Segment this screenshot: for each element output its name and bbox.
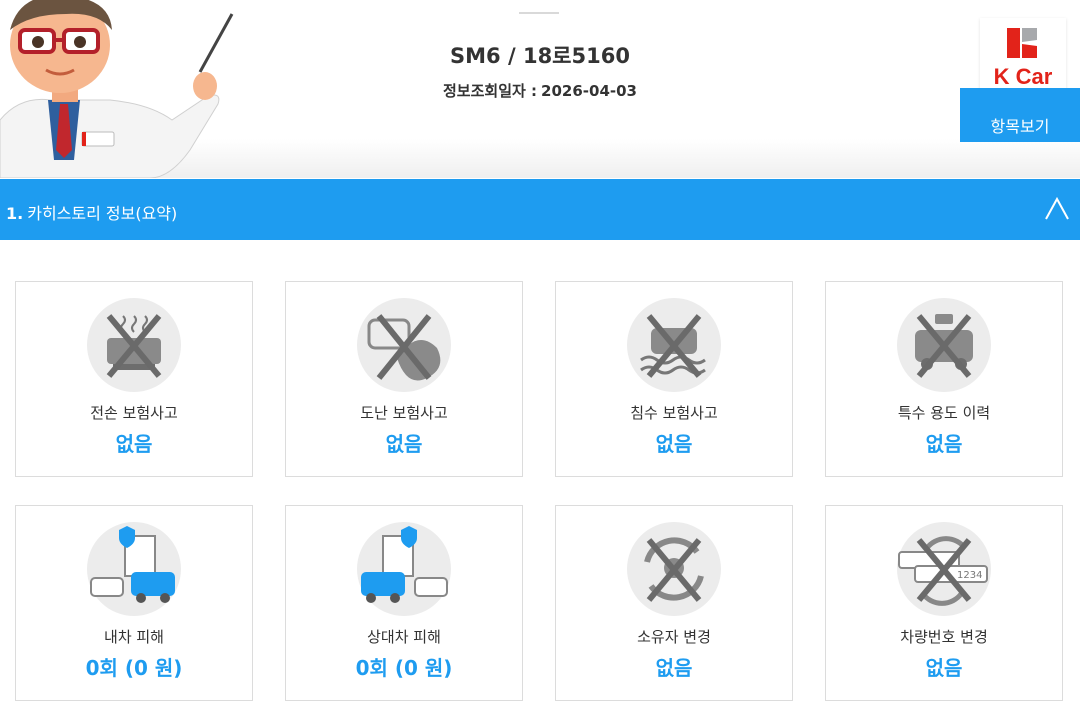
summary-card-plate-change[interactable]: 1234 차량번호 변경 없음 <box>825 505 1063 701</box>
card-value: 없음 <box>925 656 963 680</box>
card-label: 침수 보험사고 <box>630 404 718 422</box>
view-items-button[interactable]: 항목보기 <box>960 88 1080 142</box>
total-loss-icon <box>87 298 181 392</box>
card-value: 없음 <box>655 656 693 680</box>
summary-card-my-car-damage[interactable]: 내차 피해 0회 (0 원) <box>15 505 253 701</box>
summary-card-theft[interactable]: 도난 보험사고 없음 <box>285 281 523 477</box>
card-label: 내차 피해 <box>104 628 164 646</box>
my-car-damage-icon <box>87 522 181 616</box>
summary-card-flood[interactable]: 침수 보험사고 없음 <box>555 281 793 477</box>
section-title: 1. 카히스토리 정보(요약) <box>6 200 177 224</box>
special-use-icon <box>897 298 991 392</box>
plate-number-text: 1234 <box>957 570 982 581</box>
card-label: 상대차 피해 <box>367 628 441 646</box>
card-value: 0회 (0 원) <box>85 656 183 680</box>
plate-change-icon: 1234 <box>897 522 991 616</box>
summary-card-total-loss[interactable]: 전손 보험사고 없음 <box>15 281 253 477</box>
collapse-chevron-up-icon[interactable] <box>1044 196 1070 222</box>
summary-card-owner-change[interactable]: 소유자 변경 없음 <box>555 505 793 701</box>
flood-icon <box>627 298 721 392</box>
card-label: 소유자 변경 <box>637 628 711 646</box>
theft-icon <box>357 298 451 392</box>
kcar-logo-mark-icon <box>1007 28 1037 58</box>
card-value: 없음 <box>925 432 963 456</box>
card-value: 없음 <box>115 432 153 456</box>
report-header: SM6 / 18로5160 정보조회일자 :2026-04-03 K Car 항… <box>0 0 1080 178</box>
summary-card-special-use[interactable]: 특수 용도 이력 없음 <box>825 281 1063 477</box>
query-date-value: 2026-04-03 <box>541 82 637 100</box>
kcar-logo-text: K Car <box>993 64 1053 89</box>
section-number: 1. <box>6 204 24 223</box>
owner-change-icon <box>627 522 721 616</box>
summary-card-other-car-damage[interactable]: 상대차 피해 0회 (0 원) <box>285 505 523 701</box>
card-value: 0회 (0 원) <box>355 656 453 680</box>
car-history-page: SM6 / 18로5160 정보조회일자 :2026-04-03 K Car 항… <box>0 0 1080 720</box>
other-car-damage-icon <box>357 522 451 616</box>
card-label: 차량번호 변경 <box>900 628 988 646</box>
card-label: 전손 보험사고 <box>90 404 178 422</box>
card-label: 도난 보험사고 <box>360 404 448 422</box>
drag-handle[interactable] <box>519 12 559 14</box>
query-date-label: 정보조회일자 : <box>443 82 538 100</box>
card-value: 없음 <box>385 432 423 456</box>
card-label: 특수 용도 이력 <box>897 404 991 422</box>
section-title-text: 카히스토리 정보(요약) <box>27 204 178 223</box>
vehicle-title: SM6 / 18로5160 <box>450 44 630 68</box>
query-date: 정보조회일자 :2026-04-03 <box>0 80 1080 101</box>
section-header[interactable]: 1. 카히스토리 정보(요약) <box>0 179 1080 240</box>
card-value: 없음 <box>655 432 693 456</box>
